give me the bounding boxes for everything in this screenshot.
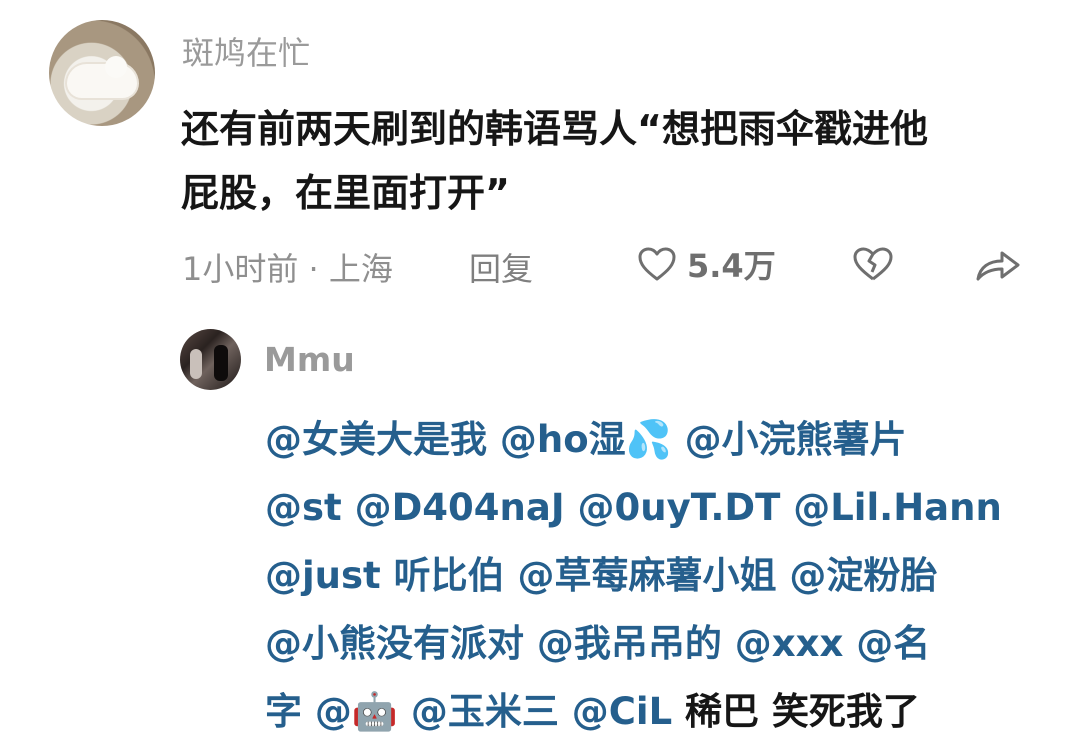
comment-text: 还有前两天刷到的韩语骂人“想把雨伞戳进他 屁股，在里面打开” bbox=[181, 97, 1041, 225]
like-count: 5.4万 bbox=[687, 247, 776, 285]
comment-text-line: 还有前两天刷到的韩语骂人“想把雨伞戳进他 bbox=[181, 107, 928, 151]
reply-line[interactable]: @小熊没有派对 @我吊吊的 @xxx @名 bbox=[265, 610, 1025, 678]
reply-username[interactable]: Mmu bbox=[264, 340, 355, 379]
reply-line[interactable]: @st @D404naJ @0uyT.DT @Lil.Hann bbox=[265, 474, 1025, 542]
reply-line[interactable]: @just 听比伯 @草莓麻薯小姐 @淀粉胎 bbox=[265, 542, 1025, 610]
comment-text-line: 屁股，在里面打开” bbox=[181, 171, 510, 215]
robot-emoji: 🤖 bbox=[351, 690, 398, 733]
mention-links[interactable]: 字 @ bbox=[265, 690, 352, 733]
dislike-button[interactable] bbox=[852, 246, 894, 286]
avatar-figure bbox=[214, 345, 228, 381]
time-location: 1小时前 · 上海 bbox=[182, 250, 393, 288]
cat-figure bbox=[67, 56, 137, 98]
reply-line: @女美大是我 @ho湿💦 @小浣熊薯片 bbox=[265, 406, 1025, 474]
broken-heart-icon bbox=[853, 247, 893, 281]
heart-outline-icon bbox=[638, 247, 676, 281]
share-arrow-icon bbox=[976, 251, 1020, 281]
reply-avatar[interactable] bbox=[180, 329, 241, 390]
reply-line: 字 @🤖 @玉米三 @CiL 稀巴 笑死我了 bbox=[265, 678, 1025, 746]
reply-button[interactable]: 回复 bbox=[469, 244, 533, 288]
comment-username[interactable]: 斑鸠在忙 bbox=[182, 28, 310, 74]
like-button[interactable]: 5.4万 bbox=[637, 244, 776, 285]
reply-text: @女美大是我 @ho湿💦 @小浣熊薯片 @st @D404naJ @0uyT.D… bbox=[265, 406, 1025, 746]
reply-plain-text: 稀巴 笑死我了 bbox=[672, 690, 920, 733]
comment-avatar[interactable] bbox=[49, 20, 155, 126]
sweat-drops-emoji: 💦 bbox=[625, 418, 672, 461]
mention-links[interactable]: @玉米三 @CiL bbox=[398, 690, 672, 733]
mention-links[interactable]: @女美大是我 @ho湿 bbox=[265, 418, 626, 461]
avatar-figure bbox=[190, 349, 202, 379]
mention-links[interactable]: @小浣熊薯片 bbox=[672, 418, 907, 461]
share-button[interactable] bbox=[974, 247, 1022, 287]
